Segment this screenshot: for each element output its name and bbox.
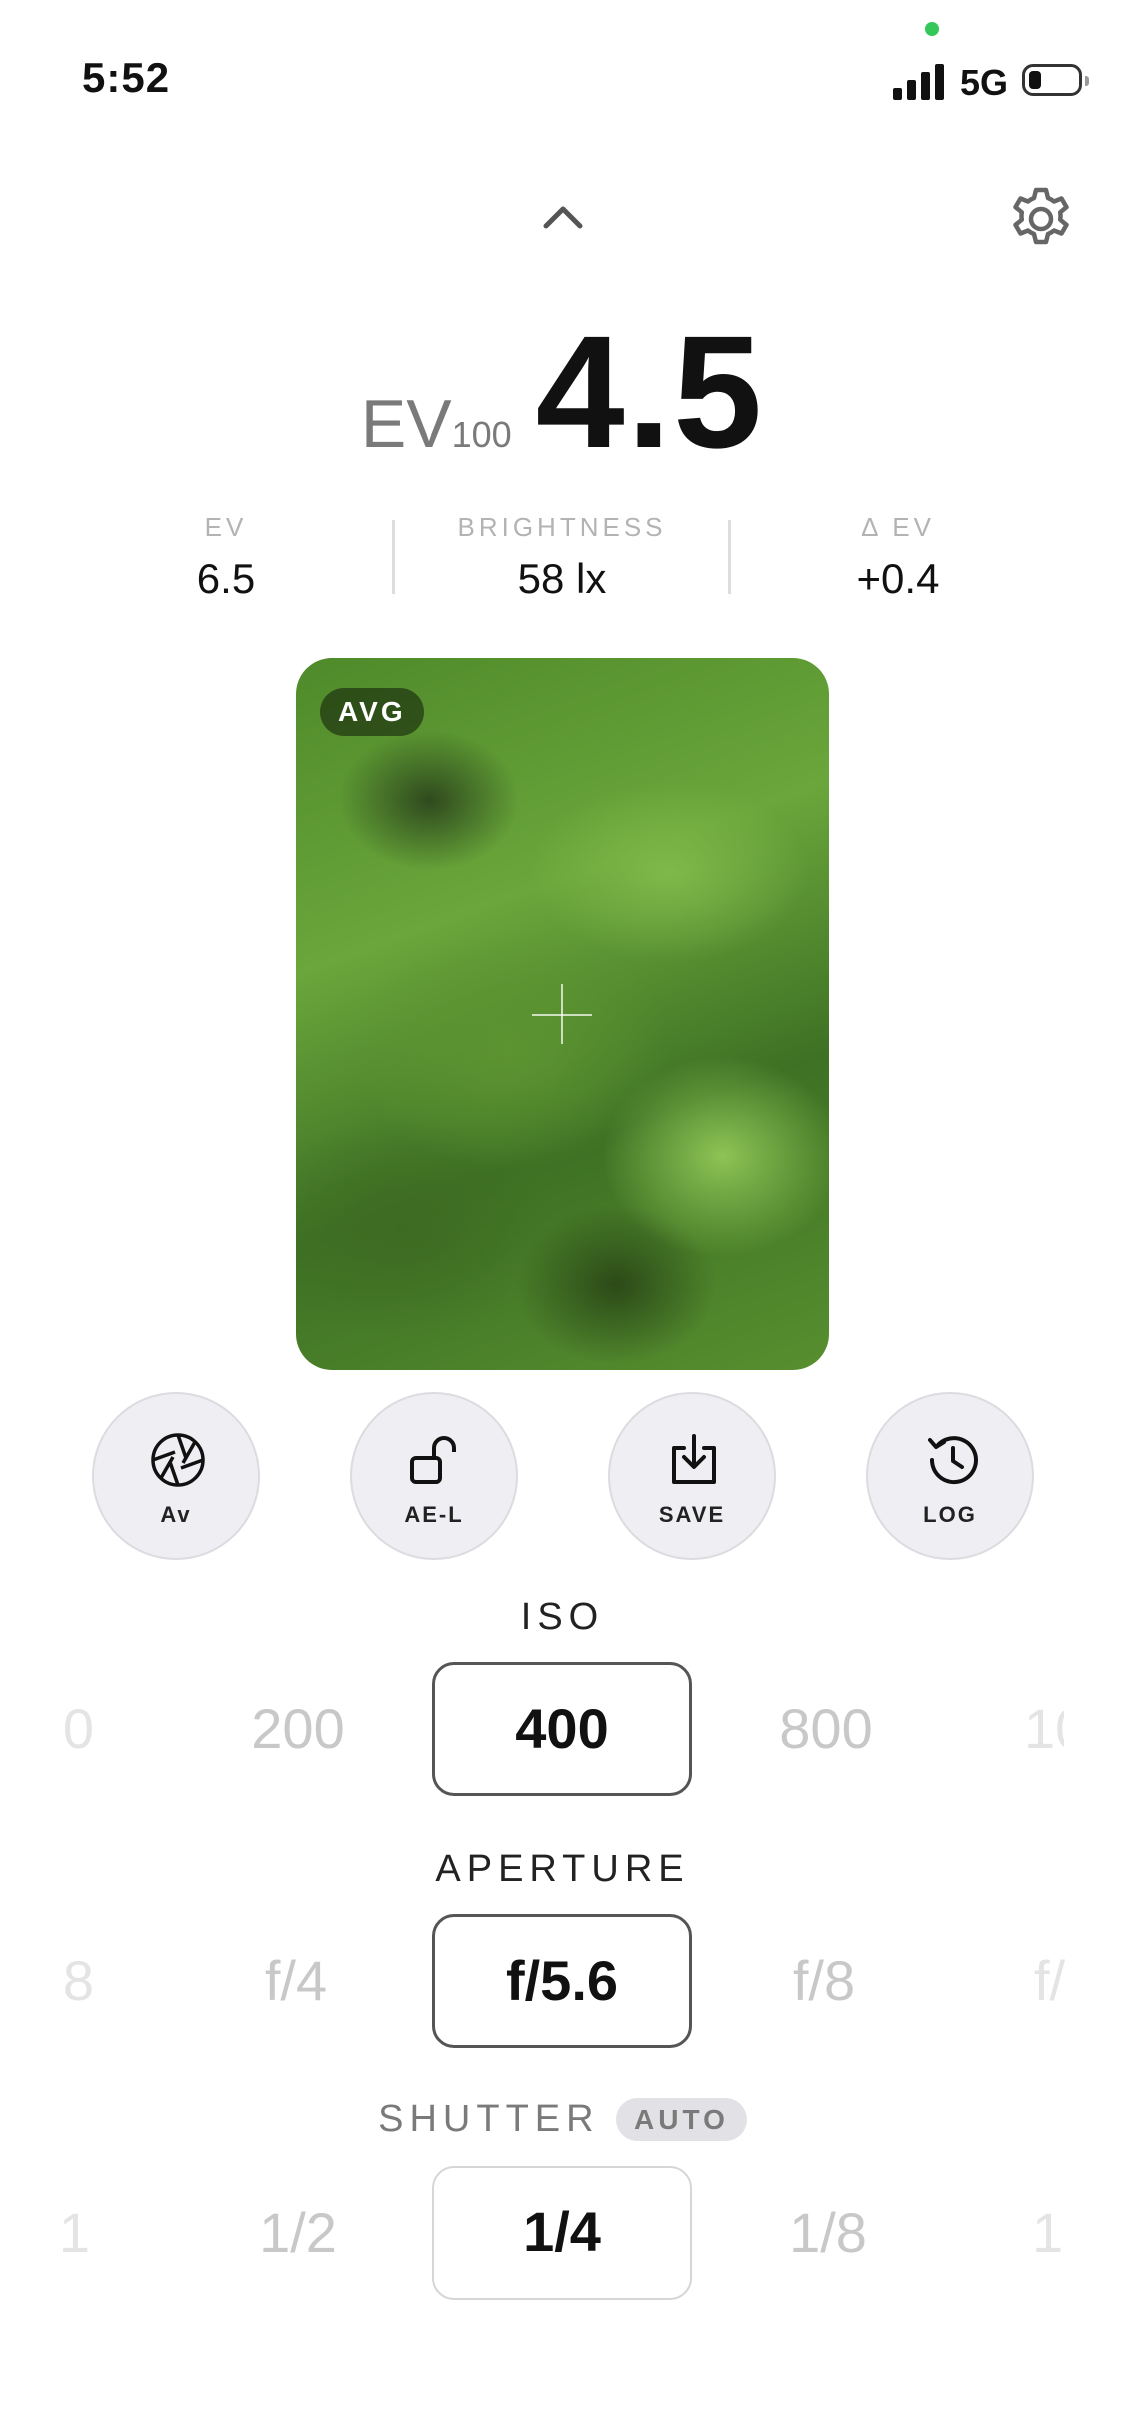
save-button[interactable]: SAVE [608, 1392, 776, 1560]
download-icon [672, 1434, 716, 1484]
chevron-up-icon[interactable] [538, 196, 588, 236]
history-icon [928, 1436, 978, 1485]
battery-icon [1022, 64, 1089, 96]
unlock-icon [410, 1436, 456, 1484]
save-label: SAVE [658, 1502, 726, 1527]
shutter-selected-value[interactable]: 1/4 [432, 2166, 692, 2300]
aperture-priority-button[interactable]: Av [92, 1392, 260, 1560]
shutter-option-edge-left[interactable]: 1 [50, 2200, 90, 2265]
camera-viewfinder[interactable]: AVG [296, 658, 829, 1370]
av-button-label: Av [160, 1502, 192, 1527]
ae-lock-label: AE-L [404, 1502, 464, 1527]
aperture-selected-value[interactable]: f/5.6 [432, 1914, 692, 2048]
stat-brightness: BRIGHTNESS 58 lx [392, 512, 732, 603]
iso-option-next[interactable]: 800 [726, 1696, 926, 1761]
aperture-option-edge-left[interactable]: 8 [54, 1948, 94, 2013]
shutter-option-next[interactable]: 1/8 [728, 2200, 928, 2265]
shutter-option-prev[interactable]: 1/2 [198, 2200, 398, 2265]
stat-brightness-label: BRIGHTNESS [457, 512, 667, 542]
iso-option-edge-left[interactable]: 0 [54, 1696, 94, 1761]
aperture-icon [151, 1433, 205, 1487]
aperture-option-prev[interactable]: f/4 [196, 1948, 396, 2013]
iso-selected-value[interactable]: 400 [432, 1662, 692, 1796]
stat-ev-label: EV [204, 512, 248, 542]
aperture-option-edge-right[interactable]: f/ [1034, 1948, 1074, 2013]
aperture-option-next[interactable]: f/8 [724, 1948, 924, 2013]
stat-delta-ev-label: Δ EV [861, 512, 935, 542]
stat-ev: EV 6.5 [56, 512, 396, 603]
stat-brightness-value: 58 lx [517, 555, 607, 602]
iso-option-prev[interactable]: 200 [198, 1696, 398, 1761]
metering-mode-badge[interactable]: AVG [320, 688, 424, 736]
stat-delta-ev-value: +0.4 [856, 555, 940, 602]
shutter-header: SHUTTER AUTO [0, 2097, 1125, 2141]
status-time: 5:52 [82, 54, 171, 101]
log-label: LOG [923, 1502, 977, 1527]
ev-value: 4.5 [535, 302, 765, 481]
log-button[interactable]: LOG [866, 1392, 1034, 1560]
iso-option-edge-right[interactable]: 10 [1024, 1696, 1064, 1761]
ev-iso-subscript: 100 [451, 414, 512, 455]
ae-lock-button[interactable]: AE-L [350, 1392, 518, 1560]
stat-ev-value: 6.5 [196, 555, 256, 602]
crosshair-icon [561, 984, 563, 1044]
shutter-auto-badge[interactable]: AUTO [616, 2097, 747, 2141]
iso-title: ISO [520, 1596, 605, 1638]
stat-delta-ev: Δ EV +0.4 [728, 512, 1068, 603]
cellular-signal-icon [893, 60, 945, 100]
shutter-option-edge-right[interactable]: 1 [1032, 2200, 1072, 2265]
ev-readout: EV100 4.5 [0, 300, 1125, 481]
gear-icon[interactable] [1006, 184, 1076, 254]
privacy-indicator-dot [925, 22, 939, 36]
network-type: 5G [960, 62, 1009, 103]
shutter-title: SHUTTER [378, 2098, 600, 2140]
ev-label: EV [360, 386, 452, 462]
aperture-title: APERTURE [435, 1848, 690, 1890]
